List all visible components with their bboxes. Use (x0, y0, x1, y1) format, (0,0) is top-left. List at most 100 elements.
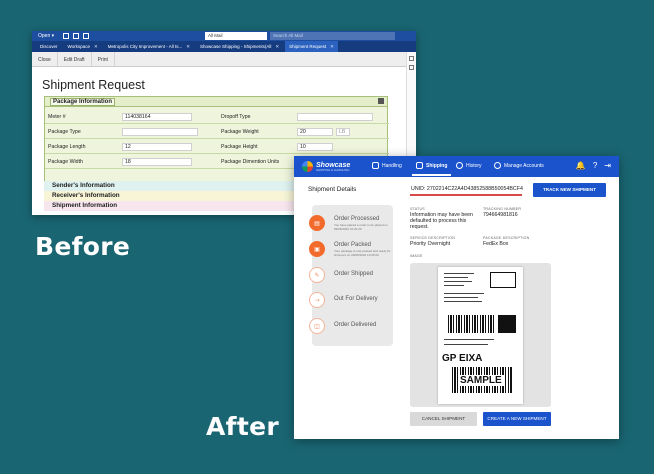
topbar-icons (63, 33, 89, 39)
cancel-shipment-button[interactable]: CANCEL SHIPMENT (410, 412, 477, 426)
meter-input[interactable]: 114038164 (122, 113, 192, 121)
nav-shipping[interactable]: Shipping (411, 162, 452, 176)
height-input[interactable]: 10 (297, 143, 333, 151)
length-input[interactable]: 12 (122, 143, 192, 151)
action-toolbar: Close Edit Draft Print (32, 52, 416, 67)
label-line (444, 281, 472, 283)
bell-icon[interactable]: 🔔 (576, 162, 586, 170)
step-label: Order Packed (334, 242, 372, 248)
tab-bar: Discover Workspace ✕ Metropolis City Impr… (32, 41, 416, 52)
page-title: Shipment Request (42, 78, 145, 92)
print-button[interactable]: Print (92, 52, 115, 66)
tracking-field: TRACKING NUMBER 794664981816 (483, 207, 553, 218)
calendar-icon[interactable] (409, 56, 414, 61)
nav-handling[interactable]: Handling (372, 162, 402, 169)
brand-tagline: SHIPPING & HANDLING (316, 167, 350, 172)
track-new-shipment-button[interactable]: TRACK NEW SHIPMENT (533, 183, 606, 197)
close-icon[interactable]: ✕ (94, 44, 98, 49)
contacts-icon[interactable] (83, 33, 89, 39)
form-row: Meter # 114038164 Dropoff Type (45, 110, 389, 124)
weight-unit-select[interactable]: LB (336, 128, 350, 136)
nav-label: Manage Accounts (504, 162, 544, 169)
close-icon[interactable]: ✕ (330, 44, 334, 49)
label-image-frame: GP EIXA SAMPLE (410, 263, 551, 407)
step-label: Order Shipped (334, 271, 374, 277)
image-field: IMAGE (410, 254, 423, 258)
meter-label: Meter # (48, 114, 66, 120)
brand-logo[interactable]: Showcase SHIPPING & HANDLING (302, 161, 350, 172)
tab-showcase-shipping[interactable]: Showcase Shipping - Shipments(All ✕ (196, 41, 283, 52)
sample-stamp: SAMPLE (458, 375, 504, 386)
navbar-actions: 🔔 ? ⇥ (576, 162, 611, 170)
all-mail-select[interactable]: All Mail (205, 32, 267, 40)
nav-manage-accounts[interactable]: Manage Accounts (494, 162, 544, 169)
step-label: Order Processed (334, 216, 380, 222)
weight-input[interactable]: 20 (297, 128, 333, 136)
tab-shipment-request[interactable]: Shipment Request ✕ (285, 41, 338, 52)
open-menu[interactable]: Open ▾ (38, 33, 54, 39)
step-label: Order Delivered (334, 322, 377, 328)
close-icon[interactable]: ✕ (275, 44, 279, 49)
route-code: GP EIXA (442, 353, 483, 364)
status-timeline: ▤ Order Processed You have placed a orde… (309, 205, 393, 346)
package-type-select[interactable] (122, 128, 198, 136)
shipping-label-image: GP EIXA SAMPLE (438, 267, 523, 404)
nav-label: History (466, 162, 482, 169)
step-desc: Your package is now packed and ready for… (334, 249, 391, 257)
unid-text: UNID: 2702214C22A4D43852588B50054BCF4 (411, 186, 523, 192)
tab-discover[interactable]: Discover (36, 41, 62, 52)
label-info-box (490, 272, 516, 288)
after-label: After (206, 412, 279, 441)
clipboard-icon: ▤ (309, 215, 325, 231)
after-window: Showcase SHIPPING & HANDLING Handling Sh… (294, 156, 619, 439)
nav-history[interactable]: History (456, 162, 482, 169)
before-label: Before (35, 232, 131, 261)
edit-draft-button[interactable]: Edit Draft (58, 52, 92, 66)
close-button[interactable]: Close (32, 52, 58, 66)
search-input[interactable]: Search All Mail (270, 32, 395, 40)
height-label: Package Height (221, 144, 258, 150)
qr-code-graphic (498, 315, 516, 333)
truck-icon: ⇢ (309, 292, 325, 308)
create-shipment-button[interactable]: CREATE A NEW SHIPMENT (483, 412, 551, 426)
tab-metropolis[interactable]: Metropolis City Improvement - All ts... ✕ (104, 41, 194, 52)
step-desc: You have placed a order to be placed on … (334, 223, 388, 231)
tab-label: Metropolis City Improvement - All ts... (107, 44, 183, 49)
package-desc-value: FedEx Box (483, 241, 509, 247)
app-navbar: Showcase SHIPPING & HANDLING Handling Sh… (294, 156, 619, 177)
step-order-delivered: ◫ Order Delivered (309, 316, 393, 338)
status-value: Information may have been defaulted to p… (410, 212, 473, 230)
service-field: SERVICE DESCRIPTION Priority Overnight (410, 236, 480, 247)
page-title: Shipment Details (308, 186, 357, 193)
label-line (444, 277, 468, 279)
label-line (444, 339, 494, 341)
dropoff-select[interactable] (297, 113, 373, 121)
package-desc-label: PACKAGE DESCRIPTION (483, 236, 530, 240)
logout-icon[interactable]: ⇥ (604, 162, 611, 170)
width-input[interactable]: 18 (122, 158, 192, 166)
length-label: Package Length (48, 144, 86, 150)
step-out-for-delivery: ⇢ Out For Delivery (309, 290, 393, 312)
pen-icon: ✎ (309, 267, 325, 283)
step-order-packed: ▣ Order Packed Your package is now packe… (309, 239, 393, 261)
step-label: Out For Delivery (334, 296, 378, 302)
home-icon[interactable] (63, 33, 69, 39)
section-title: Package Information (50, 98, 116, 106)
package-type-label: Package Type (48, 129, 81, 135)
tab-label: Shipment Request (289, 44, 327, 49)
help-icon[interactable]: ? (593, 162, 597, 170)
tab-workspace[interactable]: Workspace ✕ (64, 41, 102, 52)
width-label: Package Width (48, 159, 83, 165)
form-row: Package Length 12 Package Height 10 (45, 140, 389, 154)
logo-icon (302, 161, 313, 172)
collapse-icon[interactable] (378, 98, 384, 104)
box-icon: ▣ (309, 241, 325, 257)
service-value: Priority Overnight (410, 241, 451, 247)
package-desc-field: PACKAGE DESCRIPTION FedEx Box (483, 236, 553, 247)
tab-label: Workspace (67, 44, 90, 49)
close-icon[interactable]: ✕ (186, 44, 190, 49)
contacts-icon[interactable] (409, 65, 414, 70)
weight-label: Package Weight (221, 129, 259, 135)
service-label: SERVICE DESCRIPTION (410, 236, 456, 240)
calendar-icon[interactable] (73, 33, 79, 39)
